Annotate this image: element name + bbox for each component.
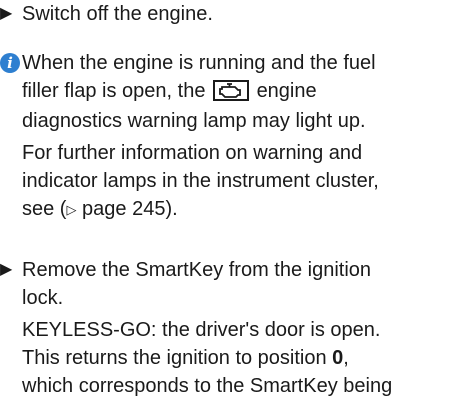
note-line: diagnostics warning lamp may light up. xyxy=(22,110,366,132)
note-line: For further information on warning and xyxy=(22,142,363,164)
note-line: When the engine is running and the fuel xyxy=(22,52,376,74)
bullet-triangle-icon: ▶ xyxy=(0,5,13,22)
step-text: This returns the ignition to position xyxy=(22,347,327,369)
note-line: indicator lamps in the instrument cluste… xyxy=(22,170,379,192)
bullet-triangle-icon: ▶ xyxy=(0,261,13,278)
note-line: engine xyxy=(256,80,317,102)
manual-page: ▶ Switch off the engine. i When the engi… xyxy=(0,0,468,397)
step-remove-key: ▶ Remove the SmartKey from the ignition … xyxy=(0,256,460,400)
note-line: filler flap is open, the xyxy=(22,80,206,102)
step-text: Remove the SmartKey from the ignition xyxy=(22,259,372,281)
info-icon: i xyxy=(0,53,20,73)
note-line: see ( xyxy=(22,198,67,220)
info-note: i When the engine is running and the fue… xyxy=(0,49,460,224)
engine-diagnostics-icon xyxy=(213,80,249,101)
page-reference-arrow-icon: ▷ xyxy=(66,202,77,217)
step-text: which corresponds to the SmartKey being xyxy=(22,375,393,397)
page-reference-link[interactable]: page 245). xyxy=(82,198,178,220)
ignition-position-value: 0 xyxy=(332,347,344,369)
step-text: Switch off the engine. xyxy=(22,3,213,25)
step-switch-off: ▶ Switch off the engine. xyxy=(0,0,460,28)
step-text: KEYLESS-GO: the driver's door is open. xyxy=(22,319,381,341)
step-text: lock. xyxy=(22,287,64,309)
